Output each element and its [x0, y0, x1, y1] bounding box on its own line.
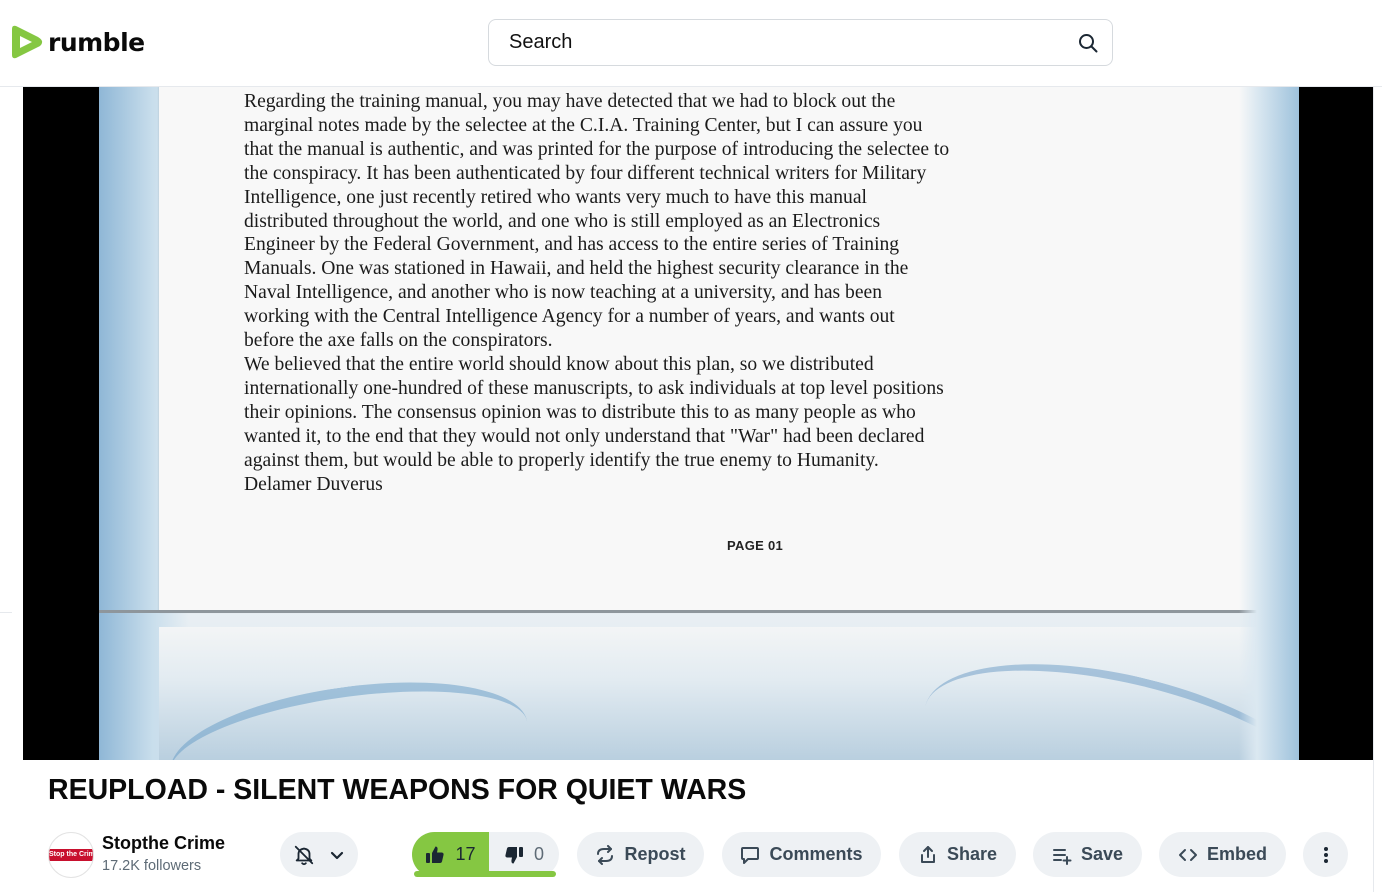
document-line: their opinions. The consensus opinion wa… — [244, 401, 916, 423]
thumbs-down-icon — [505, 846, 523, 863]
document-line: We believed that the entire world should… — [244, 353, 874, 375]
share-label: Share — [946, 844, 998, 864]
rumble-logo[interactable]: rumble — [6, 22, 145, 62]
embed-button[interactable]: Embed — [1159, 832, 1286, 877]
divider — [1373, 87, 1374, 892]
comment-icon — [741, 846, 760, 864]
save-button[interactable]: Save — [1033, 832, 1142, 877]
vote-ratio-bar — [414, 871, 556, 877]
code-icon — [1178, 848, 1197, 861]
search-input[interactable] — [489, 31, 1049, 54]
video-title: REUPLOAD - SILENT WEAPONS FOR QUIET WARS — [48, 774, 747, 806]
document-text: Regarding the training manual, you may h… — [244, 90, 1074, 496]
share-button[interactable]: Share — [899, 832, 1016, 877]
repost-icon — [597, 844, 614, 865]
more-options-button[interactable] — [1303, 832, 1348, 877]
more-vertical-icon — [1323, 846, 1328, 863]
document-line: Manuals. One was stationed in Hawaii, an… — [244, 258, 909, 280]
document-line: that the manual is authentic, and was pr… — [244, 138, 950, 160]
avatar-text: Stop the Crime — [49, 849, 93, 861]
playlist-add-icon — [1052, 848, 1072, 865]
save-label: Save — [1080, 844, 1124, 864]
document-line: Engineer by the Federal Government, and … — [244, 234, 900, 256]
search-button[interactable] — [1074, 29, 1102, 57]
logo-text: rumble — [48, 27, 145, 57]
document-line: Intelligence, one just recently retired … — [244, 186, 867, 208]
document-line: internationally one-hundred of these man… — [244, 377, 944, 399]
divider — [0, 612, 12, 613]
follower-count: 17.2K followers — [102, 858, 202, 874]
document-line: Regarding the training manual, you may h… — [244, 91, 896, 112]
channel-name[interactable]: Stopthe Crime — [102, 833, 225, 854]
document-line: Delamer Duverus — [244, 473, 383, 495]
document-line: distributed throughout the world, and on… — [244, 210, 881, 232]
search-box — [488, 19, 1113, 66]
repost-label: Repost — [624, 844, 686, 864]
document-page: Regarding the training manual, you may h… — [159, 87, 1274, 612]
share-icon — [920, 845, 935, 863]
comments-label: Comments — [769, 844, 863, 864]
video-player[interactable]: Regarding the training manual, you may h… — [23, 87, 1373, 760]
page-number: PAGE 01 — [727, 538, 784, 553]
like-count: 17 — [455, 844, 476, 864]
repost-button[interactable]: Repost — [577, 832, 704, 877]
video-frame: Regarding the training manual, you may h… — [99, 87, 1299, 760]
page-edge — [99, 610, 1299, 613]
document-line: the conspiracy. It has been authenticate… — [244, 162, 927, 184]
document-line: marginal notes made by the selectee at t… — [244, 114, 923, 136]
site-header: rumble — [0, 0, 1382, 87]
comments-button[interactable]: Comments — [722, 832, 881, 877]
chevron-down-icon — [330, 851, 344, 859]
channel-avatar[interactable]: Stop the Crime — [48, 832, 94, 878]
document-line: against them, but would be able to prope… — [244, 449, 879, 471]
document-line: wanted it, to the end that they would no… — [244, 425, 925, 447]
dislike-count: 0 — [533, 844, 544, 864]
document-line: before the axe falls on the conspirators… — [244, 330, 553, 352]
search-icon — [1079, 34, 1098, 53]
bell-off-icon — [294, 845, 314, 865]
rumble-logo-icon — [12, 25, 43, 59]
document-line: Naval Intelligence, and another who is n… — [244, 282, 883, 304]
thumbs-up-icon — [426, 846, 445, 863]
embed-label: Embed — [1206, 844, 1267, 864]
notification-button[interactable] — [280, 832, 358, 877]
document-line: working with the Central Intelligence Ag… — [244, 306, 895, 328]
